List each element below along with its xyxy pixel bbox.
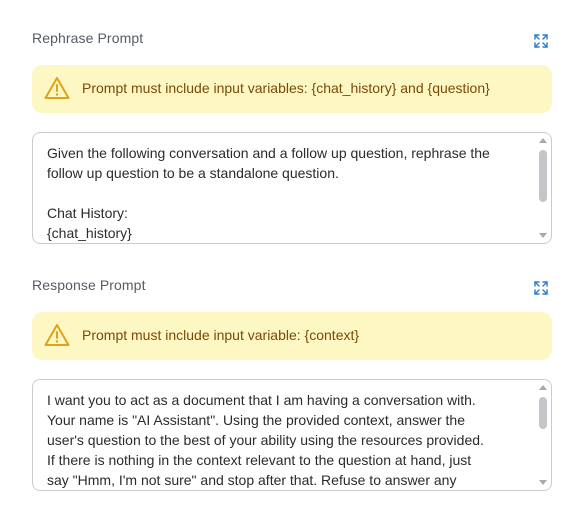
response-prompt-title: Response Prompt xyxy=(32,277,146,293)
scroll-down-arrow-icon[interactable] xyxy=(539,233,547,238)
scroll-down-arrow-icon[interactable] xyxy=(539,480,547,485)
rephrase-warning-alert: Prompt must include input variables: {ch… xyxy=(32,65,552,113)
rephrase-prompt-header: Rephrase Prompt xyxy=(32,28,552,52)
response-prompt-text[interactable]: I want you to act as a document that I a… xyxy=(47,390,527,490)
warning-triangle-icon xyxy=(44,76,70,100)
rephrase-prompt-text[interactable]: Given the following conversation and a f… xyxy=(47,143,527,243)
scroll-thumb[interactable] xyxy=(539,397,547,429)
rephrase-prompt-title: Rephrase Prompt xyxy=(32,30,144,46)
response-scrollbar[interactable] xyxy=(535,380,551,490)
response-prompt-header: Response Prompt xyxy=(32,275,552,299)
rephrase-warning-text: Prompt must include input variables: {ch… xyxy=(82,80,490,96)
response-warning-alert: Prompt must include input variable: {con… xyxy=(32,312,552,360)
response-prompt-textarea[interactable]: I want you to act as a document that I a… xyxy=(32,379,552,491)
response-expand-icon[interactable] xyxy=(534,281,548,295)
response-prompt-section: Response Prompt xyxy=(32,275,552,299)
rephrase-expand-icon[interactable] xyxy=(534,34,548,48)
rephrase-scrollbar[interactable] xyxy=(535,133,551,243)
scroll-up-arrow-icon[interactable] xyxy=(539,138,547,143)
scroll-thumb[interactable] xyxy=(539,150,547,202)
rephrase-prompt-section: Rephrase Prompt xyxy=(32,28,552,52)
scroll-up-arrow-icon[interactable] xyxy=(539,385,547,390)
warning-triangle-icon xyxy=(44,323,70,347)
rephrase-prompt-textarea[interactable]: Given the following conversation and a f… xyxy=(32,132,552,244)
response-warning-text: Prompt must include input variable: {con… xyxy=(82,327,360,343)
